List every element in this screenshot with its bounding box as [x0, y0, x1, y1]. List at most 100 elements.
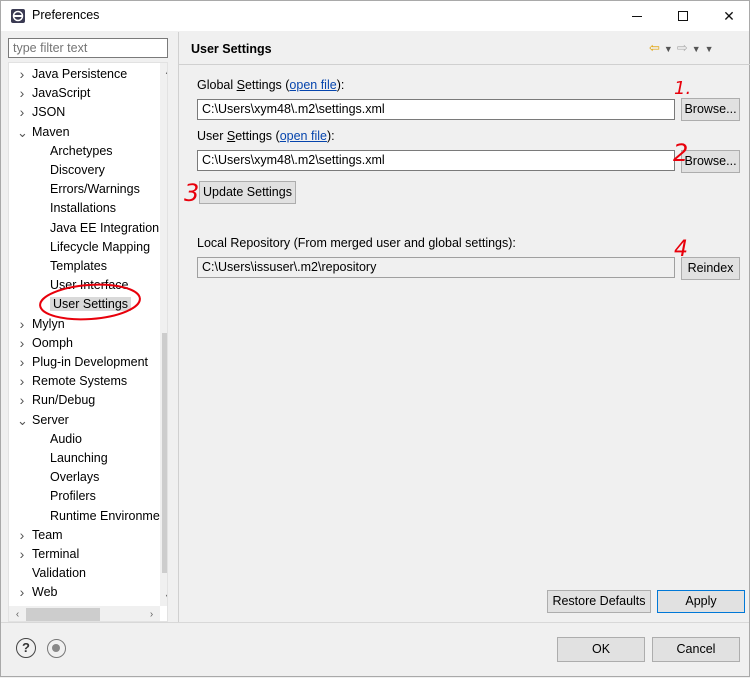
forward-menu-icon[interactable]: ▼ — [692, 44, 705, 54]
chevron-right-icon[interactable]: › — [17, 391, 27, 410]
tree-item[interactable]: › Mylyn — [20, 315, 65, 334]
chevron-right-icon[interactable]: › — [17, 334, 27, 353]
chevron-right-icon[interactable]: › — [17, 103, 27, 122]
tree-item-label: Server — [32, 412, 69, 427]
tree-item[interactable]: Launching — [50, 449, 108, 468]
filter-input[interactable] — [8, 38, 168, 58]
user-label-prefix: User — [197, 129, 227, 143]
user-browse-button[interactable]: Browse... — [681, 150, 740, 173]
tree-item-label: Archetypes — [50, 143, 113, 158]
tree-item-label: JavaScript — [32, 86, 91, 101]
chevron-right-icon[interactable]: › — [17, 545, 27, 564]
tree-item-label: Templates — [50, 259, 107, 273]
local-repository-field: C:\Users\issuser\.m2\repository — [197, 257, 675, 278]
tree-item[interactable]: › Oomph — [20, 334, 73, 353]
global-settings-label: Global Settings (open file): — [197, 78, 344, 92]
tree-item[interactable]: Errors/Warnings — [50, 180, 140, 199]
global-settings-field[interactable]: C:\Users\xym48\.m2\settings.xml — [197, 99, 675, 120]
tree-item[interactable]: › Team — [20, 526, 63, 545]
tree-item-label: JSON — [32, 105, 66, 120]
maximize-button[interactable] — [660, 1, 706, 31]
close-button[interactable]: ✕ — [706, 1, 750, 31]
tree-item[interactable]: Templates — [50, 257, 107, 276]
back-menu-icon[interactable]: ▼ — [664, 44, 677, 54]
tree-item-label: Web — [32, 585, 58, 600]
update-settings-button[interactable]: Update Settings — [199, 181, 296, 204]
apply-button[interactable]: Apply — [657, 590, 745, 613]
tree-item[interactable]: Overlays — [50, 468, 99, 487]
import-export-icon[interactable] — [47, 639, 66, 658]
user-settings-field[interactable]: C:\Users\xym48\.m2\settings.xml — [197, 150, 675, 171]
chevron-right-icon[interactable]: › — [17, 526, 27, 545]
tree-item[interactable]: › JavaScript — [20, 84, 91, 103]
tree-item[interactable]: Lifecycle Mapping — [50, 238, 150, 257]
reindex-button[interactable]: Reindex — [681, 257, 740, 280]
tree-item[interactable]: User Settings — [50, 295, 132, 314]
scroll-up-icon[interactable]: ▲ — [160, 63, 167, 80]
tree-item-label: Audio — [50, 431, 82, 446]
scroll-left-icon[interactable]: ‹ — [9, 606, 26, 621]
ok-button[interactable]: OK — [557, 637, 645, 662]
tree-item-label: Lifecycle Mapping — [50, 239, 151, 254]
global-open-file-link[interactable]: open file — [289, 78, 336, 92]
chevron-right-icon[interactable]: › — [17, 583, 27, 602]
tree-item[interactable]: › Run/Debug — [20, 391, 96, 410]
tree-item-label: Terminal — [32, 547, 80, 561]
chevron-right-icon[interactable]: › — [17, 65, 27, 84]
tree-item[interactable]: Archetypes — [50, 142, 113, 161]
global-label-mnemonic: S — [236, 78, 245, 92]
tree-item[interactable]: › Web — [20, 583, 58, 602]
tree-item[interactable]: › Plug-in Development — [20, 353, 148, 372]
scroll-down-icon[interactable]: ▼ — [160, 589, 167, 606]
tree-item[interactable]: Profilers — [50, 487, 96, 506]
help-icon[interactable]: ? — [16, 638, 36, 658]
chevron-right-icon[interactable]: › — [17, 315, 27, 334]
tree-item[interactable]: Validation — [32, 564, 86, 583]
tree-item-label: Runtime Environments — [50, 508, 168, 523]
window-title: Preferences — [32, 8, 100, 22]
chevron-right-icon[interactable]: › — [17, 353, 27, 372]
page-title: User Settings — [191, 42, 272, 56]
preferences-window: Preferences ✕ › Java Persistence › JavaScri… — [0, 0, 750, 677]
tree-item[interactable]: › Java Persistence — [20, 65, 128, 84]
back-arrow-icon[interactable]: ⇦ — [649, 40, 664, 55]
tree-item[interactable]: ⌄ Server — [17, 411, 69, 430]
tree-vertical-scrollbar[interactable]: ▲ ▼ — [160, 63, 167, 606]
global-label-prefix: Global — [197, 78, 237, 92]
scroll-thumb[interactable] — [162, 333, 167, 573]
tree-item-label: Discovery — [50, 163, 105, 177]
page-navigation: ⇦▼⇨▼▼ — [649, 40, 718, 56]
scroll-thumb-horizontal[interactable] — [26, 608, 100, 621]
tree-item[interactable]: › JSON — [20, 103, 66, 122]
global-label-rest: ettings ( — [244, 78, 290, 92]
chevron-down-icon[interactable]: ⌄ — [17, 411, 28, 430]
tree-item[interactable]: Audio — [50, 430, 82, 449]
view-menu-icon[interactable]: ▼ — [705, 44, 718, 54]
global-browse-button[interactable]: Browse... — [681, 98, 740, 121]
tree-horizontal-scrollbar[interactable]: ‹ › — [9, 606, 160, 621]
tree-item[interactable]: › Terminal — [20, 545, 80, 564]
tree-item[interactable]: › Remote Systems — [20, 372, 128, 391]
user-open-file-link[interactable]: open file — [280, 129, 327, 143]
tree-item[interactable]: User Interface — [50, 276, 129, 295]
title-bar[interactable]: Preferences ✕ — [1, 1, 749, 31]
restore-defaults-button[interactable]: Restore Defaults — [547, 590, 651, 613]
cancel-button[interactable]: Cancel — [652, 637, 740, 662]
chevron-right-icon[interactable]: › — [17, 372, 27, 391]
tree-item[interactable]: Runtime Environments — [50, 507, 168, 526]
chevron-right-icon[interactable]: › — [17, 84, 27, 103]
tree-item[interactable]: Discovery — [50, 161, 105, 180]
forward-arrow-icon[interactable]: ⇨ — [677, 40, 692, 55]
tree-item[interactable]: ⌄ Maven — [17, 123, 70, 142]
scroll-right-icon[interactable]: › — [143, 606, 160, 621]
user-label-end: ): — [326, 129, 335, 143]
minimize-button[interactable] — [614, 1, 660, 31]
tree-item-label: Validation — [32, 566, 86, 581]
tree-item-label: Maven — [32, 124, 70, 139]
tree-item-label: Run/Debug — [32, 393, 96, 408]
tree-item-label: Overlays — [50, 470, 100, 485]
chevron-down-icon[interactable]: ⌄ — [17, 123, 28, 142]
header-separator — [179, 64, 750, 65]
tree-item[interactable]: Installations — [50, 199, 116, 218]
tree-item[interactable]: Java EE Integration — [50, 219, 159, 238]
